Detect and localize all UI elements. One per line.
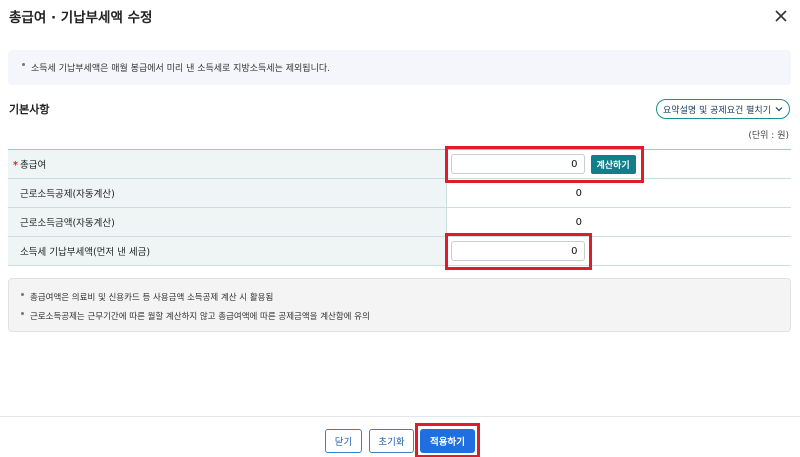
table-row: *총급여 계산하기 <box>8 149 791 179</box>
section-title: 기본사항 <box>9 103 50 116</box>
info-line: 총급여액은 의료비 및 신용카드 등 사용금액 소득공제 계산 시 활용됨 <box>21 291 778 303</box>
basic-info-table: *총급여 계산하기 근로소득공제(자동계산) 0 근로소득금액(자동계산) 0 … <box>8 149 791 266</box>
earned-income-deduction-label: 근로소득공제(자동계산) <box>8 178 447 208</box>
info-line: 근로소득공제는 근무기간에 따른 월할 계산하지 않고 총급여액에 따른 공제금… <box>21 310 778 322</box>
earned-income-amount-label: 근로소득금액(자동계산) <box>8 207 447 237</box>
table-row: 근로소득금액(자동계산) 0 <box>8 207 791 237</box>
table-row: 근로소득공제(자동계산) 0 <box>8 178 791 208</box>
chevron-down-icon <box>775 107 783 112</box>
expand-summary-button[interactable]: 요약설명 및 공제요건 펼치기 <box>656 99 790 119</box>
notice-text: 소득세 기납부세액은 매월 봉급에서 미리 낸 소득세로 지방소득세는 제외됩니… <box>31 64 330 74</box>
close-button[interactable] <box>770 5 792 27</box>
reset-button[interactable]: 초기화 <box>369 429 414 453</box>
bullet-icon <box>21 292 24 296</box>
info-box: 총급여액은 의료비 및 신용카드 등 사용금액 소득공제 계산 시 활용됨 근로… <box>8 278 791 332</box>
prepaid-tax-cell <box>446 236 791 266</box>
prepaid-tax-input[interactable] <box>450 241 585 261</box>
apply-button[interactable]: 적용하기 <box>420 429 475 453</box>
total-salary-label-text: 총급여 <box>19 160 47 171</box>
info-text: 총급여액은 의료비 및 신용카드 등 사용금액 소득공제 계산 시 활용됨 <box>30 293 274 303</box>
close-dialog-button[interactable]: 닫기 <box>325 429 362 453</box>
earned-income-amount-cell: 0 <box>446 207 791 237</box>
bullet-icon <box>21 311 24 315</box>
notice-box: 소득세 기납부세액은 매월 봉급에서 미리 낸 소득세로 지방소득세는 제외됩니… <box>8 50 791 85</box>
earned-income-deduction-cell: 0 <box>446 178 791 208</box>
total-salary-cell: 계산하기 <box>446 149 791 179</box>
dialog-header: 총급여 · 기납부세액 수정 <box>0 0 800 32</box>
expand-summary-label: 요약설명 및 공제요건 펼치기 <box>663 105 771 116</box>
total-salary-input[interactable] <box>450 154 585 174</box>
dialog-title: 총급여 · 기납부세액 수정 <box>9 10 153 26</box>
close-icon <box>775 10 787 22</box>
bullet-icon <box>22 63 25 66</box>
table-row: 소득세 기납부세액(먼저 낸 세금) <box>8 236 791 266</box>
unit-label: (단위 : 원) <box>748 131 789 141</box>
required-mark: * <box>13 160 18 171</box>
earned-income-deduction-value: 0 <box>575 187 582 199</box>
earned-income-amount-value: 0 <box>575 216 582 228</box>
calculate-button[interactable]: 계산하기 <box>590 154 636 174</box>
footer-divider <box>0 416 800 417</box>
total-salary-label: * 총급여 <box>8 149 447 179</box>
prepaid-tax-label: 소득세 기납부세액(먼저 낸 세금) <box>8 236 447 266</box>
info-text: 근로소득공제는 근무기간에 따른 월할 계산하지 않고 총급여액에 따른 공제금… <box>30 312 370 322</box>
